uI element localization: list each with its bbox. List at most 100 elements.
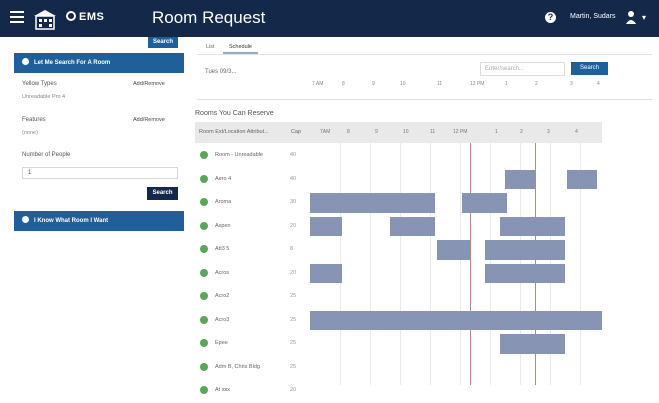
known-room-panel-header[interactable]: I Know What Room I Want <box>14 211 184 231</box>
room-row: At xxx 20 <box>195 380 307 403</box>
user-name[interactable]: Martin, Sudars <box>570 13 616 20</box>
features-add-remove-link[interactable]: Add/Remove <box>133 117 165 123</box>
hour-gridline <box>370 143 371 385</box>
sidebar: Search Let Me Search For A Room Yellow T… <box>0 37 185 385</box>
main-content: List Schedule Tues 09/3... Enter/search.… <box>185 37 659 394</box>
room-name[interactable]: Aero 4 <box>215 176 231 182</box>
room-types-add-remove-link[interactable]: Add/Remove <box>133 81 165 87</box>
room-row: Adm B, Chris Bldg 25 <box>195 357 307 380</box>
user-icon[interactable] <box>626 10 636 24</box>
add-room-icon[interactable] <box>200 198 208 206</box>
chevron-down-icon[interactable]: ▾ <box>642 13 646 22</box>
capacity-column-header[interactable]: Cap <box>291 129 301 135</box>
room-row: Aero 4 40 <box>195 169 307 192</box>
add-room-icon[interactable] <box>200 292 208 300</box>
add-room-icon[interactable] <box>200 151 208 159</box>
hour-label: 10 <box>403 129 409 135</box>
room-row: Acros 20 <box>195 263 307 286</box>
hour-label: 4 <box>575 129 578 135</box>
search-button[interactable]: Search <box>147 187 178 200</box>
booking-block[interactable] <box>310 193 435 213</box>
room-row: Room - Unreadable 40 <box>195 145 307 168</box>
selected-time-line[interactable] <box>470 143 471 385</box>
ems-logo-text: EMS <box>79 11 105 23</box>
booking-block[interactable] <box>310 216 342 236</box>
room-capacity: 20 <box>290 222 297 229</box>
tab-list[interactable]: List <box>200 42 221 52</box>
top-search-button[interactable]: Search <box>148 37 178 48</box>
booking-block[interactable] <box>437 240 470 260</box>
add-room-icon[interactable] <box>200 362 208 371</box>
booking-block[interactable] <box>390 216 435 236</box>
add-room-icon[interactable] <box>200 245 208 253</box>
schedule-grid-header: Room Ext/Location Attribut... Cap 7AM 8 9 1… <box>195 122 602 143</box>
add-room-icon[interactable] <box>200 221 208 230</box>
room-capacity: 30 <box>290 199 297 205</box>
main-search-button[interactable]: Search <box>571 62 608 75</box>
booking-block[interactable] <box>505 169 535 189</box>
date-label[interactable]: Tues 09/3... <box>205 69 236 75</box>
room-name[interactable]: Aroma <box>215 199 231 205</box>
timebar-hour-label: 12 PM <box>470 81 485 87</box>
booking-block[interactable] <box>310 263 342 283</box>
hour-gridline <box>460 143 461 385</box>
room-name[interactable]: Att3 5 <box>215 246 229 252</box>
room-row: Acro3 25 <box>195 310 307 333</box>
hour-label: 3 <box>547 129 550 135</box>
panel-title: I Know What Room I Want <box>34 218 109 224</box>
hour-gridline <box>400 143 401 385</box>
divider <box>197 99 652 100</box>
room-name[interactable]: Acros <box>215 270 229 276</box>
room-name[interactable]: Acro3 <box>215 317 229 323</box>
timebar-hour-label: 4 <box>597 81 600 87</box>
booking-block[interactable] <box>485 263 565 283</box>
room-row: Acro2 25 <box>195 286 307 309</box>
room-name[interactable]: Acro2 <box>215 293 229 299</box>
hour-label: 11 <box>430 129 436 135</box>
room-name[interactable]: Room - Unreadable <box>215 152 263 158</box>
hour-label: 8 <box>347 129 350 135</box>
add-room-icon[interactable] <box>200 315 208 324</box>
timebar-hour-label: 7 AM <box>312 81 324 87</box>
booking-block[interactable] <box>500 334 565 354</box>
features-value: (none) <box>22 130 38 136</box>
room-capacity: 20 <box>290 269 297 276</box>
help-icon[interactable]: ? <box>545 12 556 23</box>
hour-label: 2 <box>520 129 523 135</box>
booking-block[interactable] <box>567 169 597 189</box>
tab-schedule[interactable]: Schedule <box>223 42 258 54</box>
room-column-header[interactable]: Room Ext/Location Attribut... <box>199 129 269 135</box>
booking-block[interactable] <box>462 193 507 213</box>
add-room-icon[interactable] <box>200 174 208 183</box>
number-of-people-input[interactable]: 1 <box>22 167 178 179</box>
timebar-hour-label: 3 <box>570 81 573 87</box>
booking-block[interactable] <box>310 310 602 330</box>
room-row: Aroma 30 <box>195 192 307 215</box>
panel-title: Let Me Search For A Room <box>34 60 111 66</box>
timebar-hour-label: 9 <box>372 81 375 87</box>
booking-block[interactable] <box>485 240 565 260</box>
room-row: Att3 5 8 <box>195 239 307 262</box>
add-room-icon[interactable] <box>200 268 208 277</box>
add-room-icon[interactable] <box>200 386 208 394</box>
search-room-panel-header[interactable]: Let Me Search For A Room <box>14 53 184 73</box>
date-search-input[interactable]: Enter/search... <box>480 62 565 76</box>
room-row: Epee 25 <box>195 333 307 356</box>
booking-block[interactable] <box>500 216 565 236</box>
add-room-icon[interactable] <box>200 339 208 347</box>
timebar-hour-label: 8 <box>342 81 345 87</box>
room-name[interactable]: Epee <box>215 340 228 346</box>
room-name[interactable]: Adm B, Chris Bldg <box>215 364 260 370</box>
room-capacity: 25 <box>290 316 297 323</box>
number-of-people-label: Number of People <box>22 152 71 158</box>
room-types-label: Yellow Types <box>22 81 57 87</box>
room-name[interactable]: Aspen <box>215 223 231 229</box>
hamburger-menu-icon[interactable] <box>10 11 24 23</box>
hour-label: 9 <box>375 129 378 135</box>
room-name[interactable]: At xxx <box>215 387 230 393</box>
timebar-hour-label: 10 <box>400 81 406 87</box>
tabs-divider <box>197 54 652 55</box>
room-capacity: 40 <box>290 175 297 182</box>
ems-logo-icon <box>66 11 76 21</box>
hour-label: 12 PM <box>453 129 468 135</box>
